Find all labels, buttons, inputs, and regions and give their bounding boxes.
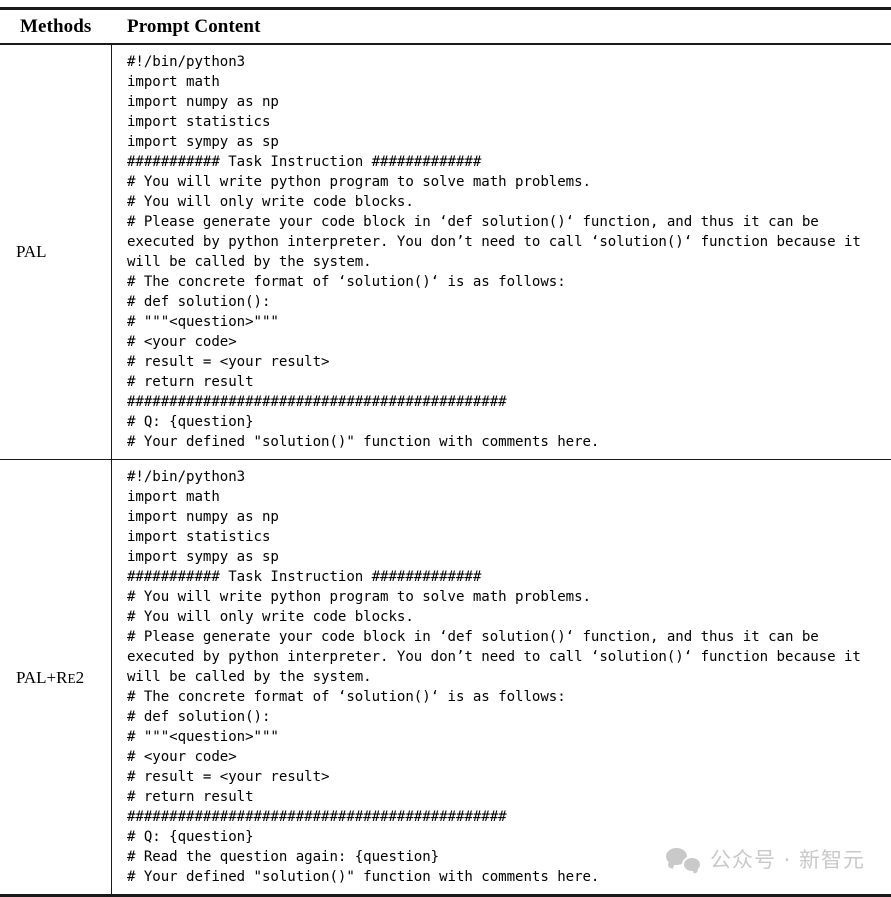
- method-label: PAL+RE2: [16, 669, 84, 686]
- column-header-methods: Methods: [20, 15, 92, 37]
- prompt-text: #!/bin/python3 import math import numpy …: [127, 469, 861, 886]
- method-name-main: PAL+R: [16, 667, 68, 687]
- prompt-cell-pal-re2: #!/bin/python3 import math import numpy …: [112, 460, 891, 894]
- column-header-prompt-content: Prompt Content: [127, 15, 261, 37]
- method-label: PAL: [16, 243, 47, 260]
- method-name-suffix: 2: [75, 667, 85, 687]
- method-name-main: PAL: [16, 242, 47, 262]
- prompt-text: #!/bin/python3 import math import numpy …: [127, 53, 861, 450]
- table-row: PAL+RE2 #!/bin/python3 import math impor…: [0, 460, 891, 895]
- table-row: PAL #!/bin/python3 import math import nu…: [0, 44, 891, 459]
- prompt-comparison-table: Methods Prompt Content PAL #!/bin/python…: [0, 7, 891, 897]
- method-name-smallcaps: E: [67, 670, 76, 686]
- table-header-row: Methods Prompt Content: [0, 10, 891, 43]
- prompt-cell-pal: #!/bin/python3 import math import numpy …: [112, 45, 891, 459]
- method-cell-pal-re2: PAL+RE2: [0, 460, 112, 895]
- method-cell-pal: PAL: [0, 44, 112, 459]
